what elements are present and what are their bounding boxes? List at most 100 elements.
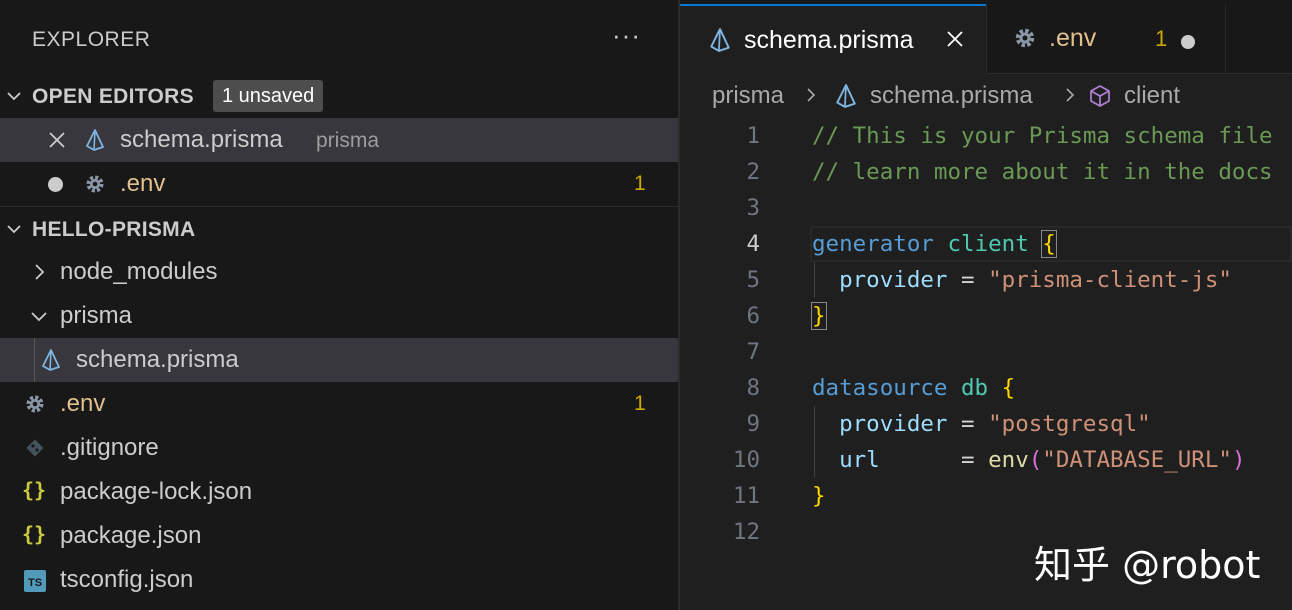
more-actions-icon[interactable]: ···	[612, 20, 641, 51]
tree-item-gitignore[interactable]: .gitignore	[0, 426, 678, 470]
tab-label: schema.prisma	[744, 26, 914, 54]
code-line: }	[811, 298, 827, 334]
code-identifier: db	[961, 375, 989, 401]
section-divider	[0, 206, 678, 207]
tree-item-label: node_modules	[60, 258, 218, 285]
breadcrumb-folder[interactable]: prisma	[712, 82, 784, 110]
prisma-icon	[42, 349, 60, 371]
chevron-down-icon	[7, 92, 21, 101]
open-editors-label: OPEN EDITORS	[32, 85, 194, 108]
explorer-title: EXPLORER	[32, 28, 151, 51]
prisma-icon	[86, 129, 104, 151]
line-number: 12	[732, 519, 760, 545]
breadcrumb-symbol[interactable]: client	[1124, 82, 1180, 110]
code-line: // This is your Prisma schema file	[812, 118, 1273, 154]
tree-item-label: package-lock.json	[60, 478, 253, 505]
code-brace: {	[1041, 230, 1057, 258]
tree-item-env[interactable]: .env 1	[0, 382, 678, 426]
ts-icon: TS	[24, 570, 46, 592]
line-number: 2	[746, 159, 760, 185]
tree-item-prisma-folder[interactable]: prisma	[0, 294, 678, 338]
problem-count: 1	[634, 172, 646, 195]
code-line: }	[812, 478, 826, 514]
line-number: 1	[746, 123, 760, 149]
line-number: 8	[746, 375, 760, 401]
code-property: provider	[839, 267, 948, 293]
code-line: url = env("DATABASE_URL")	[812, 442, 1246, 478]
code-comment: // learn more about it in the docs	[812, 159, 1273, 185]
chevron-right-icon	[807, 88, 816, 102]
tree-item-package-json[interactable]: {} package.json	[0, 514, 678, 558]
line-number: 5	[746, 267, 760, 293]
open-editors-section-header[interactable]: OPEN EDITORS 1 unsaved	[0, 79, 678, 115]
tab-env[interactable]: .env 1	[987, 4, 1225, 74]
chevron-down-icon	[31, 312, 47, 322]
cube-icon	[1090, 85, 1110, 107]
code-operator: =	[961, 447, 975, 473]
open-editor-item-schema[interactable]: schema.prisma prisma	[0, 118, 678, 162]
open-editor-item-env[interactable]: .env 1	[0, 162, 678, 206]
tree-item-label: prisma	[60, 302, 133, 329]
prisma-icon	[836, 84, 856, 108]
code-brace: }	[812, 483, 826, 509]
prisma-icon	[710, 28, 730, 52]
tab-label: .env	[1049, 24, 1097, 52]
gear-icon	[26, 395, 44, 413]
explorer-sidebar: EXPLORER ··· OPEN EDITORS 1 unsaved sche…	[0, 0, 678, 610]
project-section-header[interactable]: HELLO-PRISMA	[0, 212, 678, 248]
editor-area: schema.prisma .env 1 prisma schema.prism…	[680, 0, 1292, 610]
chevron-right-icon	[35, 264, 45, 280]
project-label: HELLO-PRISMA	[32, 218, 196, 241]
unsaved-dot-icon[interactable]	[48, 177, 63, 192]
code-brace: }	[811, 302, 827, 330]
code-paren: )	[1231, 447, 1246, 473]
unsaved-dot-icon[interactable]	[1181, 35, 1195, 49]
code-keyword: datasource	[812, 375, 948, 401]
gear-icon	[1015, 28, 1035, 48]
open-editor-folder: prisma	[316, 129, 380, 152]
chevron-down-icon	[7, 225, 21, 234]
breadcrumb: prisma schema.prisma client	[680, 76, 1292, 116]
code-operator: =	[961, 411, 975, 437]
code-keyword: generator	[812, 231, 934, 257]
code-function: env	[988, 447, 1029, 473]
tree-item-package-lock[interactable]: {} package-lock.json	[0, 470, 678, 514]
gear-icon	[86, 175, 104, 193]
code-comment: // This is your Prisma schema file	[812, 123, 1273, 149]
tree-item-label: schema.prisma	[76, 346, 239, 373]
code-operator: =	[961, 267, 975, 293]
breadcrumb-file[interactable]: schema.prisma	[870, 82, 1033, 110]
code-property: provider	[839, 411, 948, 437]
line-number-current: 4	[746, 231, 760, 257]
git-icon	[26, 439, 44, 457]
unsaved-badge: 1 unsaved	[213, 80, 324, 112]
chevron-right-icon	[1066, 88, 1075, 102]
tree-item-tsconfig[interactable]: TS tsconfig.json	[0, 558, 678, 602]
line-number: 7	[746, 339, 760, 365]
tree-item-label: .env	[60, 390, 106, 417]
tab-divider	[1225, 4, 1226, 74]
tab-schema-prisma[interactable]: schema.prisma	[680, 4, 986, 74]
open-editor-filename: schema.prisma	[120, 126, 283, 153]
tree-item-label: tsconfig.json	[60, 566, 194, 593]
explorer-header: EXPLORER ···	[0, 18, 678, 62]
code-paren: (	[1028, 447, 1043, 473]
json-braces-icon: {}	[22, 522, 47, 546]
code-line: // learn more about it in the docs	[812, 154, 1273, 190]
code-brace: {	[1001, 375, 1016, 401]
watermark: 知乎 @robot	[1034, 543, 1261, 587]
line-number: 9	[746, 411, 760, 437]
code-line: generator client {	[812, 226, 1057, 262]
tree-item-label: package.json	[60, 522, 202, 549]
tree-item-node-modules[interactable]: node_modules	[0, 250, 678, 294]
tree-item-schema-prisma[interactable]: schema.prisma	[0, 338, 678, 382]
code-property: url	[839, 447, 880, 473]
code-identifier: client	[947, 231, 1029, 257]
code-line: datasource db {	[812, 370, 1015, 406]
close-icon[interactable]	[944, 28, 966, 50]
code-line: provider = "postgresql"	[812, 406, 1151, 442]
line-number: 6	[746, 303, 760, 329]
line-number: 3	[746, 195, 760, 221]
close-icon[interactable]	[46, 129, 68, 151]
tree-item-label: .gitignore	[60, 434, 159, 461]
